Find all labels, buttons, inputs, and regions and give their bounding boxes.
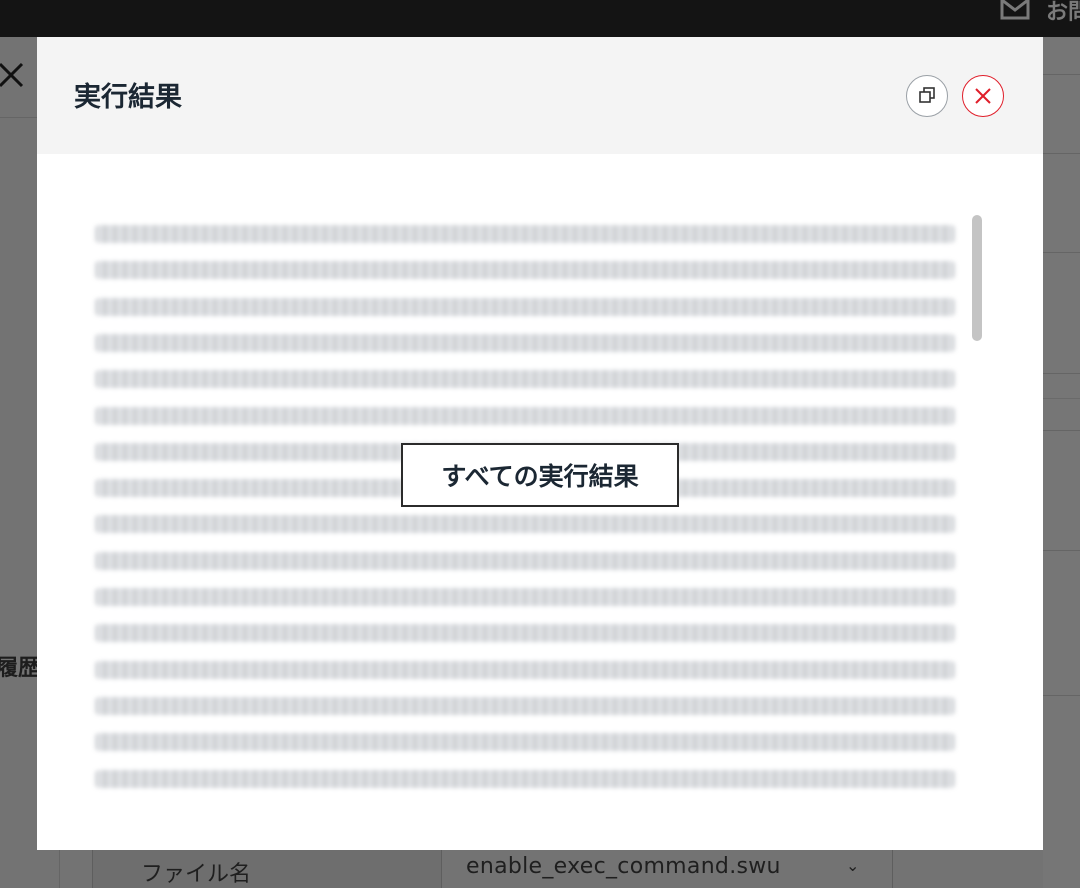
- history-label: 履歴: [0, 656, 41, 681]
- blurred-result-line: [95, 370, 955, 389]
- restore-button[interactable]: [906, 75, 948, 117]
- show-all-results-button[interactable]: すべての実行結果: [401, 443, 679, 507]
- blurred-result-line: [95, 696, 955, 715]
- inquiry-link[interactable]: お問: [1046, 0, 1080, 26]
- top-bar: お問: [0, 0, 1080, 37]
- divider: [1043, 153, 1080, 154]
- divider: [1043, 695, 1080, 696]
- close-icon: [975, 88, 991, 104]
- divider: [1043, 373, 1080, 374]
- modal-header: 実行結果: [37, 37, 1043, 154]
- blurred-result-line: [95, 733, 955, 752]
- file-name-value: enable_exec_command.swu: [466, 854, 781, 879]
- blurred-result-line: [95, 333, 955, 352]
- modal-close-button[interactable]: [962, 75, 1004, 117]
- chevron-down-icon: ⌄: [846, 856, 860, 875]
- divider: [1043, 398, 1080, 399]
- file-name-label-cell: ファイル名: [92, 850, 443, 888]
- restore-window-icon: [919, 87, 935, 103]
- blurred-result-line: [95, 406, 955, 425]
- divider: [59, 850, 60, 888]
- file-name-label: ファイル名: [141, 862, 252, 887]
- divider: [1043, 430, 1080, 431]
- blurred-result-line: [95, 297, 955, 316]
- background-right-column: [1043, 37, 1080, 888]
- divider: [1043, 550, 1080, 551]
- scrollbar[interactable]: [972, 215, 982, 785]
- blurred-result-line: [95, 515, 955, 534]
- blurred-result-line: [95, 660, 955, 679]
- divider: [1043, 74, 1080, 75]
- blurred-result-line: [95, 225, 955, 243]
- close-icon[interactable]: [0, 62, 26, 90]
- scrollbar-thumb[interactable]: [972, 215, 982, 341]
- divider: [1043, 252, 1080, 253]
- blurred-result-line: [95, 624, 955, 643]
- blurred-result-line: [95, 769, 955, 788]
- blurred-result-line: [95, 551, 955, 570]
- file-name-select[interactable]: enable_exec_command.swu ⌄: [441, 850, 893, 888]
- blurred-result-line: [95, 261, 955, 280]
- blurred-result-line: [95, 588, 955, 606]
- mail-icon[interactable]: [1000, 0, 1030, 20]
- modal-title: 実行結果: [74, 82, 182, 113]
- result-modal: 実行結果 すべての実行結果: [37, 37, 1043, 850]
- divider: [0, 117, 37, 118]
